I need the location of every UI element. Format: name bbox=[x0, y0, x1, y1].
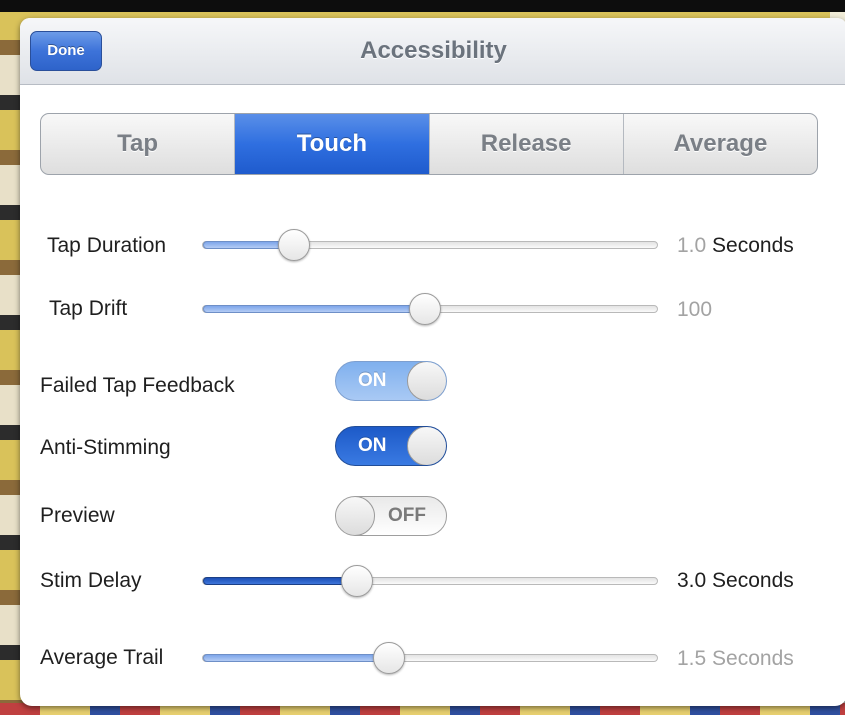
anti-stimming-toggle[interactable]: ON bbox=[335, 426, 447, 466]
segment-tap[interactable]: Tap bbox=[41, 114, 236, 174]
done-button[interactable]: Done bbox=[30, 31, 102, 71]
preview-label: Preview bbox=[40, 504, 115, 527]
stim-delay-slider-thumb[interactable] bbox=[341, 565, 373, 597]
preview-toggle[interactable]: OFF bbox=[335, 496, 447, 536]
failed-tap-feedback-knob bbox=[407, 362, 446, 400]
navigation-bar: Accessibility Done bbox=[20, 18, 845, 85]
average-trail-value: 1.5 Seconds bbox=[677, 647, 794, 670]
average-trail-slider-fill bbox=[203, 654, 389, 662]
preview-knob bbox=[336, 497, 375, 535]
tap-duration-label: Tap Duration bbox=[47, 234, 167, 257]
failed-tap-feedback-state: ON bbox=[358, 370, 387, 391]
anti-stimming-knob bbox=[407, 427, 446, 465]
stim-delay-slider-fill bbox=[203, 577, 357, 585]
failed-tap-feedback-toggle[interactable]: ON bbox=[335, 361, 447, 401]
tap-duration-slider[interactable] bbox=[202, 229, 658, 261]
average-trail-slider-thumb[interactable] bbox=[373, 642, 405, 674]
stim-delay-label: Stim Delay bbox=[40, 569, 142, 592]
stim-delay-value: 3.0 Seconds bbox=[677, 569, 794, 592]
failed-tap-feedback-label: Failed Tap Feedback bbox=[40, 374, 235, 397]
tap-duration-value: 1.0 Seconds bbox=[677, 234, 794, 258]
stim-delay-slider[interactable] bbox=[202, 565, 658, 597]
segment-release[interactable]: Release bbox=[430, 114, 624, 174]
anti-stimming-state: ON bbox=[358, 435, 387, 456]
tap-drift-slider[interactable] bbox=[202, 293, 658, 325]
average-trail-slider[interactable] bbox=[202, 642, 658, 674]
tap-duration-value-unit: Seconds bbox=[712, 234, 794, 257]
background-top-bar bbox=[0, 0, 845, 12]
tap-drift-slider-fill bbox=[203, 305, 425, 313]
accessibility-popover: Accessibility Done Tap Touch Release Ave… bbox=[20, 18, 845, 706]
tap-duration-value-number: 1.0 bbox=[677, 234, 707, 257]
mode-segmented-control: Tap Touch Release Average bbox=[40, 113, 818, 175]
average-trail-label: Average Trail bbox=[40, 646, 164, 669]
tap-duration-slider-thumb[interactable] bbox=[278, 229, 310, 261]
segment-average[interactable]: Average bbox=[624, 114, 817, 174]
tap-drift-value: 100 bbox=[677, 298, 713, 321]
tap-drift-label: Tap Drift bbox=[49, 297, 128, 320]
page-title: Accessibility bbox=[360, 37, 507, 64]
anti-stimming-label: Anti-Stimming bbox=[40, 436, 171, 459]
tap-drift-slider-thumb[interactable] bbox=[409, 293, 441, 325]
preview-state: OFF bbox=[388, 505, 426, 526]
segment-touch[interactable]: Touch bbox=[235, 114, 430, 174]
